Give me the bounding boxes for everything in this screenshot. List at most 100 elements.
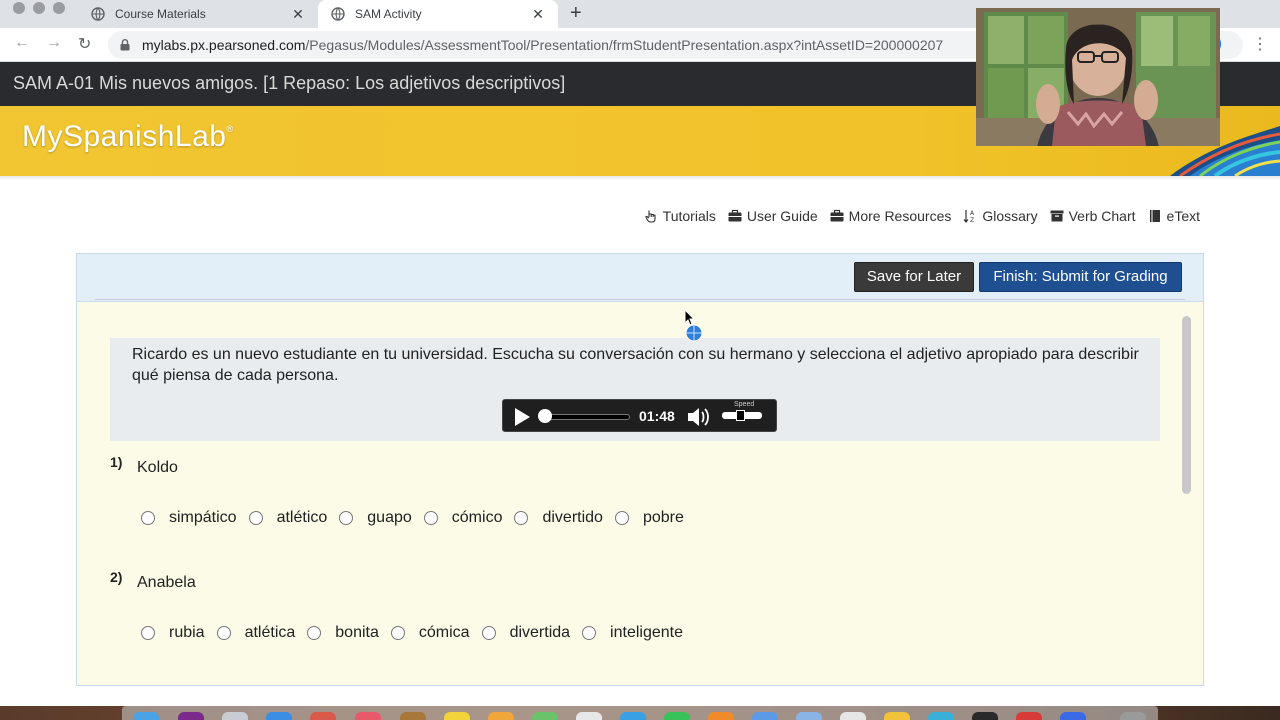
radio-button[interactable] [216,626,231,640]
option-simpatico[interactable]: simpático [141,509,237,527]
sort-az-icon: AZ [963,210,975,223]
tutorials-link[interactable]: Tutorials [644,206,716,226]
reload-icon[interactable]: ↻ [78,34,91,54]
audio-progress-track[interactable] [540,414,630,420]
option-inteligente[interactable]: inteligente [582,624,683,642]
close-window-button[interactable] [13,2,25,14]
app-dock-icon[interactable] [1016,712,1042,720]
option-bonita[interactable]: bonita [307,624,379,642]
radio-button[interactable] [481,626,496,640]
trash-dock-icon[interactable] [1120,712,1146,720]
option-atletico[interactable]: atlético [248,509,327,527]
volume-icon[interactable] [687,406,711,428]
radio-button[interactable] [423,511,438,525]
etext-label: eText [1166,208,1200,224]
speed-slider[interactable]: Speed [720,400,765,431]
tab-course-materials[interactable]: Course Materials ✕ [78,0,318,28]
option-pobre[interactable]: pobre [614,509,684,527]
app-dock-icon[interactable] [620,712,646,720]
submit-for-grading-button[interactable]: Finish: Submit for Grading [979,262,1182,292]
user-guide-label: User Guide [746,208,818,224]
radio-button[interactable] [141,626,155,640]
more-menu-icon[interactable]: ⋮ [1252,34,1268,54]
activity-title: SAM A-01 Mis nuevos amigos. [1 Repaso: L… [13,73,566,93]
question-1-options: simpático atlético guapo cómico divertid… [141,509,696,527]
app-dock-icon[interactable] [532,712,558,720]
speed-handle[interactable] [736,410,745,421]
save-for-later-button[interactable]: Save for Later [854,262,974,292]
radio-button[interactable] [248,511,263,525]
app-dock-icon[interactable] [1060,712,1086,720]
verb-chart-label: Verb Chart [1068,208,1136,224]
forward-arrow-icon[interactable]: → [46,34,62,52]
tab-sam-activity[interactable]: SAM Activity ✕ [318,0,558,28]
app-dock-icon[interactable] [266,712,292,720]
option-divertido[interactable]: divertido [514,509,603,527]
messages-dock-icon[interactable] [664,712,690,720]
chrome-dock-icon[interactable] [884,712,910,720]
user-guide-link[interactable]: User Guide [728,206,818,226]
close-tab-icon[interactable]: ✕ [530,6,546,23]
radio-button[interactable] [582,626,597,640]
option-comico[interactable]: cómico [423,509,502,527]
webcam-video-overlay [976,8,1220,146]
app-dock-icon[interactable] [928,712,954,720]
close-tab-icon[interactable]: ✕ [290,6,306,23]
app-dock-icon[interactable] [222,712,248,720]
audio-player: 01:48 Speed [502,399,777,432]
app-dock-icon[interactable] [355,712,381,720]
app-dock-icon[interactable] [972,712,998,720]
url-path: /Pegasus/Modules/AssessmentTool/Presenta… [305,37,944,53]
more-resources-link[interactable]: More Resources [830,206,952,226]
back-arrow-icon[interactable]: ← [14,34,30,52]
glossary-label: Glossary [982,208,1038,224]
divider [95,299,1185,300]
app-dock-icon[interactable] [178,712,204,720]
svg-text:A: A [970,210,975,217]
app-dock-icon[interactable] [752,712,778,720]
option-rubia[interactable]: rubia [141,624,205,642]
calendar-dock-icon[interactable] [310,712,336,720]
radio-button[interactable] [141,511,155,525]
speed-label: Speed [734,401,755,408]
radio-button[interactable] [390,626,405,640]
archive-box-icon [1050,210,1064,222]
question-number: 1) [110,454,123,470]
finder-dock-icon[interactable] [133,712,159,720]
option-guapo[interactable]: guapo [339,509,412,527]
notes-dock-icon[interactable] [444,712,470,720]
question-2-options: rubia atlética bonita cómica divertida i… [141,624,695,642]
svg-text:Z: Z [970,217,974,223]
tab-title: Course Materials [115,7,206,21]
mouse-cursor-icon [684,309,703,342]
app-dock-icon[interactable] [488,712,514,720]
glossary-link[interactable]: AZ Glossary [963,206,1038,226]
radio-button[interactable] [339,511,354,525]
app-dock-icon[interactable] [840,712,866,720]
activity-panel: Save for Later Finish: Submit for Gradin… [76,253,1204,686]
zoom-window-button[interactable] [53,2,65,14]
option-divertida[interactable]: divertida [481,624,570,642]
app-dock-icon[interactable] [796,712,822,720]
verb-chart-link[interactable]: Verb Chart [1050,206,1136,226]
minimize-window-button[interactable] [33,2,45,14]
radio-button[interactable] [614,511,629,525]
etext-link[interactable]: eText [1148,206,1200,226]
app-dock-icon[interactable] [576,712,602,720]
more-resources-label: More Resources [848,208,952,224]
panel-scrollbar[interactable] [1182,316,1191,494]
audio-time: 01:48 [639,408,675,424]
myspanishlab-logo: MySpanishLab® [22,120,234,153]
radio-button[interactable] [307,626,322,640]
new-tab-button[interactable]: + [570,2,582,25]
banner-shadow [0,176,1280,180]
radio-button[interactable] [514,511,529,525]
option-atletica[interactable]: atlética [216,624,295,642]
presenter-video-frame [976,8,1220,146]
play-icon[interactable] [512,407,532,427]
app-dock-icon[interactable] [400,712,426,720]
option-comica[interactable]: cómica [390,624,470,642]
app-dock-icon[interactable] [708,712,734,720]
audio-progress-handle[interactable] [538,409,552,423]
tab-title: SAM Activity [355,7,422,21]
